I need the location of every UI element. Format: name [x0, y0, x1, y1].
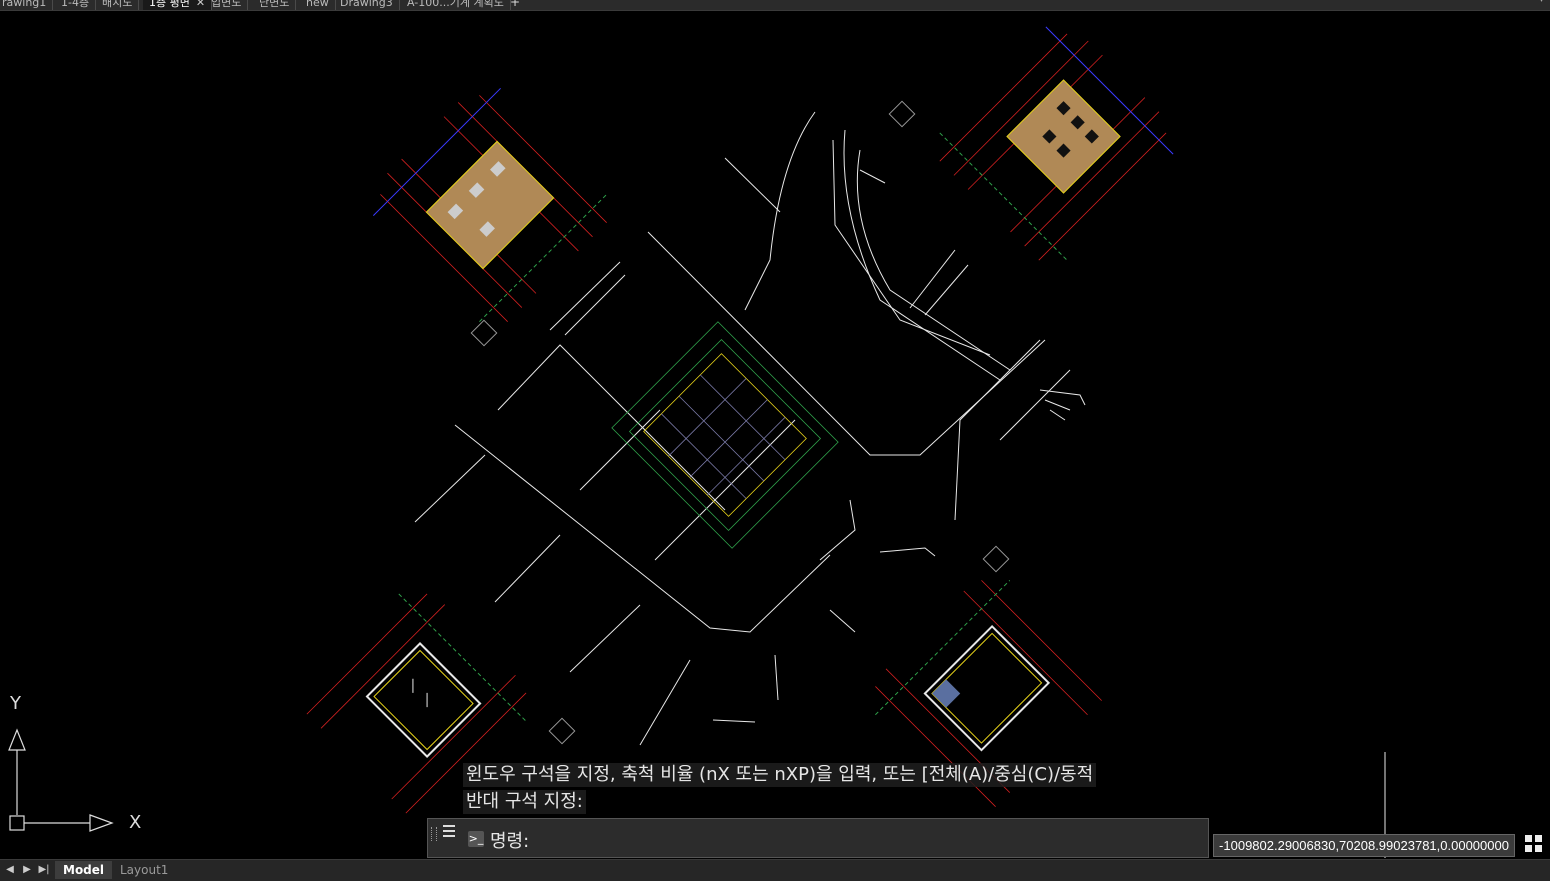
drawing-canvas[interactable]: [0, 11, 1550, 858]
first-layout-icon[interactable]: ◀: [3, 863, 17, 877]
site-linework: [414, 111, 1386, 858]
ucs-icon: [8, 728, 114, 832]
command-history-line: 윈도우 구석을 지정, 축척 비율 (nX 또는 nXP)을 입력, 또는 [전…: [463, 763, 1097, 787]
last-layout-icon[interactable]: ▶|: [37, 863, 51, 877]
drag-handle[interactable]: [431, 827, 437, 841]
file-tab[interactable]: A-100...기계 계획도: [401, 0, 511, 10]
next-layout-icon[interactable]: ▶: [20, 863, 34, 877]
menu-icon[interactable]: [443, 825, 455, 837]
ucs-y-label: Y: [10, 693, 21, 714]
layout-tab-bar: ◀ ▶ ▶| Model Layout1: [0, 859, 1550, 881]
file-tab[interactable]: new: [300, 0, 336, 10]
building-elevation-top-left: [372, 87, 608, 323]
new-tab-icon[interactable]: +: [510, 0, 520, 9]
command-history-line: 반대 구석 지정:: [463, 790, 586, 814]
file-tab[interactable]: 1-4층: [55, 0, 97, 10]
command-prompt: 명령:: [490, 831, 530, 852]
tab-layout1[interactable]: Layout1: [112, 861, 176, 879]
chevron-down-icon[interactable]: ▾: [1539, 0, 1544, 5]
command-line[interactable]: >_ 명령:: [427, 818, 1209, 858]
ucs-x-label: X: [129, 812, 142, 833]
file-tab-bar: rawing1 1-4층 배치도 1층 평면 ✕ 입면도 단면도 new Draw…: [0, 0, 1550, 11]
file-tab-active[interactable]: 1층 평면 ✕: [143, 0, 213, 10]
floor-plan-center: [611, 321, 839, 549]
file-tab[interactable]: 단면도: [253, 0, 297, 10]
building-elevation-top-right: [939, 26, 1174, 261]
file-tab[interactable]: rawing1: [0, 0, 54, 10]
grid-icon[interactable]: [1525, 835, 1543, 853]
file-tab[interactable]: 배치도: [96, 0, 140, 10]
coordinate-readout: -1009802.29006830,70208.99023781,0.00000…: [1213, 834, 1515, 857]
file-tab[interactable]: Drawing3: [334, 0, 400, 10]
tab-model[interactable]: Model: [55, 861, 113, 879]
file-tab[interactable]: 입면도: [205, 0, 249, 10]
command-prompt-icon: >_: [468, 831, 484, 847]
close-icon[interactable]: ✕: [196, 0, 205, 9]
